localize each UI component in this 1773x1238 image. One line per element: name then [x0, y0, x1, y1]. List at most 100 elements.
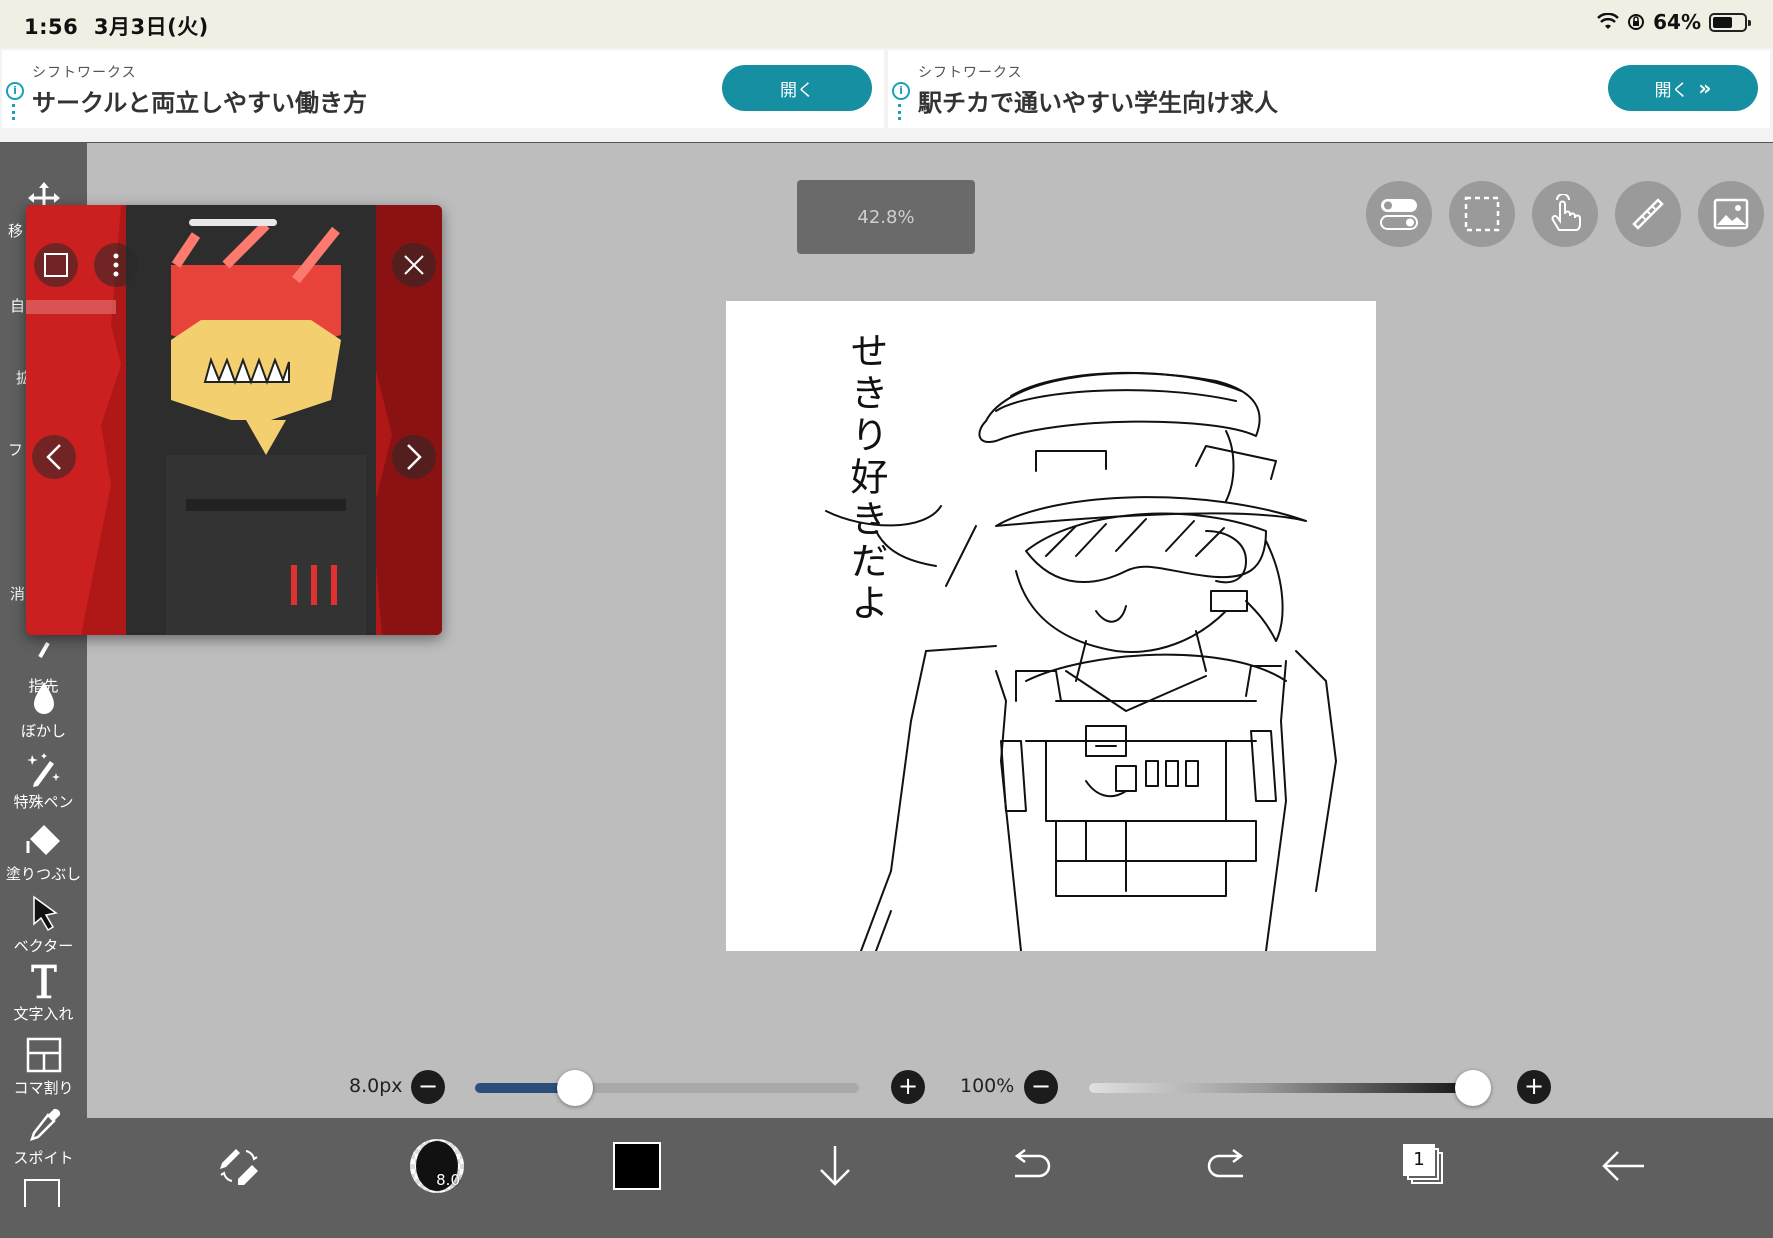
reference-image-window[interactable] — [26, 205, 442, 635]
square-icon — [44, 253, 68, 277]
arrow-down-icon — [820, 1146, 850, 1186]
wifi-icon — [1597, 13, 1620, 29]
blur-icon — [33, 682, 54, 714]
arrow-left-icon — [1602, 1151, 1644, 1181]
opacity-thumb[interactable] — [1455, 1070, 1491, 1106]
tool-vector[interactable]: ベクター — [0, 893, 87, 956]
ad-open-button[interactable]: 開く — [722, 65, 872, 111]
clock: 1:56 — [24, 15, 79, 39]
redo-button[interactable] — [1195, 1134, 1259, 1198]
back-button[interactable] — [1591, 1134, 1655, 1198]
drag-handle[interactable] — [189, 219, 277, 226]
toggle-icon — [1380, 199, 1418, 230]
save-down-button[interactable] — [803, 1134, 867, 1198]
brush-size-thumb[interactable] — [556, 1070, 593, 1106]
battery-percent: 64% — [1653, 10, 1701, 34]
ruler-button[interactable] — [1615, 181, 1681, 247]
ad-bar: i シフトワークス サークルと両立しやすい働き方 開く i シフトワークス 駅チ… — [0, 48, 1773, 143]
battery-fill — [1713, 16, 1733, 28]
zoom-indicator: 42.8% — [797, 180, 975, 254]
cursor-arrow-icon — [32, 895, 58, 932]
drawing-canvas[interactable]: せきり好きだよ — [726, 301, 1376, 952]
opacity-increase-button[interactable]: + — [1517, 1070, 1551, 1104]
orientation-lock-icon — [1628, 14, 1645, 30]
ad-banner-1[interactable]: i シフトワークス サークルと両立しやすい働き方 開く — [2, 50, 884, 128]
ref-toggle-button[interactable] — [34, 243, 78, 287]
redo-icon — [1207, 1149, 1244, 1178]
tool-label: 文字入れ — [13, 1005, 74, 1023]
tool-label: スポイト — [13, 1149, 74, 1167]
ad-open-label: 開く — [780, 80, 814, 101]
tool-label: 特殊ペン — [13, 793, 74, 811]
close-icon — [404, 255, 424, 275]
toolbar-scroll-item[interactable] — [24, 1179, 60, 1207]
ad-title[interactable]: 駅チカで通いやすい学生向け求人 — [918, 83, 1278, 118]
special-pen-icon — [26, 753, 60, 787]
color-swatch — [613, 1142, 661, 1190]
ad-sponsor: シフトワークス — [32, 65, 137, 81]
image-button[interactable] — [1698, 181, 1764, 247]
image-icon — [1713, 198, 1749, 230]
more-vertical-icon — [113, 253, 119, 277]
touch-hand-icon — [1551, 194, 1581, 231]
brush-size-badge: 8.0 — [436, 1171, 460, 1189]
opacity-decrease-button[interactable]: − — [1024, 1070, 1058, 1104]
reference-image — [26, 205, 442, 635]
brush-size-preview-button[interactable]: 8.0 — [405, 1134, 469, 1198]
tool-eyedropper[interactable]: スポイト — [0, 1105, 87, 1168]
pen-eraser-switch-icon — [220, 1149, 258, 1185]
selection-button[interactable] — [1449, 181, 1515, 247]
date: 3月3日(火) — [93, 15, 209, 39]
ad-open-button[interactable]: 開く » — [1608, 65, 1758, 111]
tool-label: コマ割り — [13, 1079, 74, 1097]
ad-info-icon[interactable]: i — [892, 82, 910, 100]
ref-menu-button[interactable] — [94, 243, 138, 287]
ref-close-button[interactable] — [392, 243, 436, 287]
layer-count: 1 — [1403, 1144, 1435, 1176]
ref-prev-button[interactable] — [32, 435, 76, 479]
opacity-track[interactable] — [1089, 1083, 1473, 1093]
brush-size-increase-button[interactable]: + — [891, 1070, 925, 1104]
status-indicators: 64% — [1597, 10, 1751, 34]
handwritten-text: せきり好きだよ — [844, 331, 888, 625]
slider-row: 8.0px − + 100% − + — [87, 1055, 1773, 1119]
tool-label: 塗りつぶし — [5, 865, 82, 883]
fill-icon — [26, 825, 60, 855]
frame-divider-icon — [26, 1037, 61, 1073]
undo-button[interactable] — [999, 1134, 1063, 1198]
touch-button[interactable] — [1532, 181, 1598, 247]
tool-label: ぼかし — [20, 722, 66, 740]
ref-next-button[interactable] — [392, 435, 436, 479]
toggle-settings-button[interactable] — [1366, 181, 1432, 247]
tool-fill[interactable]: 塗りつぶし — [0, 821, 87, 884]
bottom-toolbar: 8.0 1 — [87, 1118, 1773, 1238]
selection-icon — [1464, 196, 1500, 232]
text-icon — [30, 964, 57, 999]
tool-frame-divider[interactable]: コマ割り — [0, 1035, 87, 1098]
layers-button[interactable]: 1 — [1393, 1134, 1457, 1198]
eyedropper-icon — [29, 1108, 60, 1141]
sketch-drawing: せきり好きだよ — [825, 331, 1337, 952]
pen-eraser-switch-button[interactable] — [207, 1134, 271, 1198]
chevron-right-icon — [407, 444, 422, 470]
tool-text[interactable]: 文字入れ — [0, 961, 87, 1024]
ad-options-icon[interactable] — [12, 104, 16, 120]
ad-banner-2[interactable]: i シフトワークス 駅チカで通いやすい学生向け求人 開く » — [888, 50, 1770, 128]
ad-options-icon[interactable] — [898, 104, 902, 120]
brush-size-value: 8.0px — [349, 1075, 403, 1097]
double-chevron-right-icon: » — [1698, 76, 1712, 100]
ad-title[interactable]: サークルと両立しやすい働き方 — [32, 83, 367, 118]
finger-icon — [37, 642, 50, 658]
opacity-value: 100% — [960, 1075, 1015, 1097]
tool-blur[interactable]: ぼかし — [0, 678, 87, 741]
chevron-left-icon — [46, 444, 61, 470]
ruler-icon — [1632, 198, 1664, 230]
ad-open-label: 開く — [1654, 80, 1689, 101]
tool-special-pen[interactable]: 特殊ペン — [0, 749, 87, 812]
status-bar: 1:56 3月3日(火) 64% — [0, 0, 1773, 48]
ad-sponsor: シフトワークス — [918, 65, 1023, 81]
undo-icon — [1014, 1149, 1051, 1178]
brush-size-decrease-button[interactable]: − — [411, 1070, 445, 1104]
ad-info-icon[interactable]: i — [6, 82, 24, 100]
color-button[interactable] — [605, 1134, 669, 1198]
